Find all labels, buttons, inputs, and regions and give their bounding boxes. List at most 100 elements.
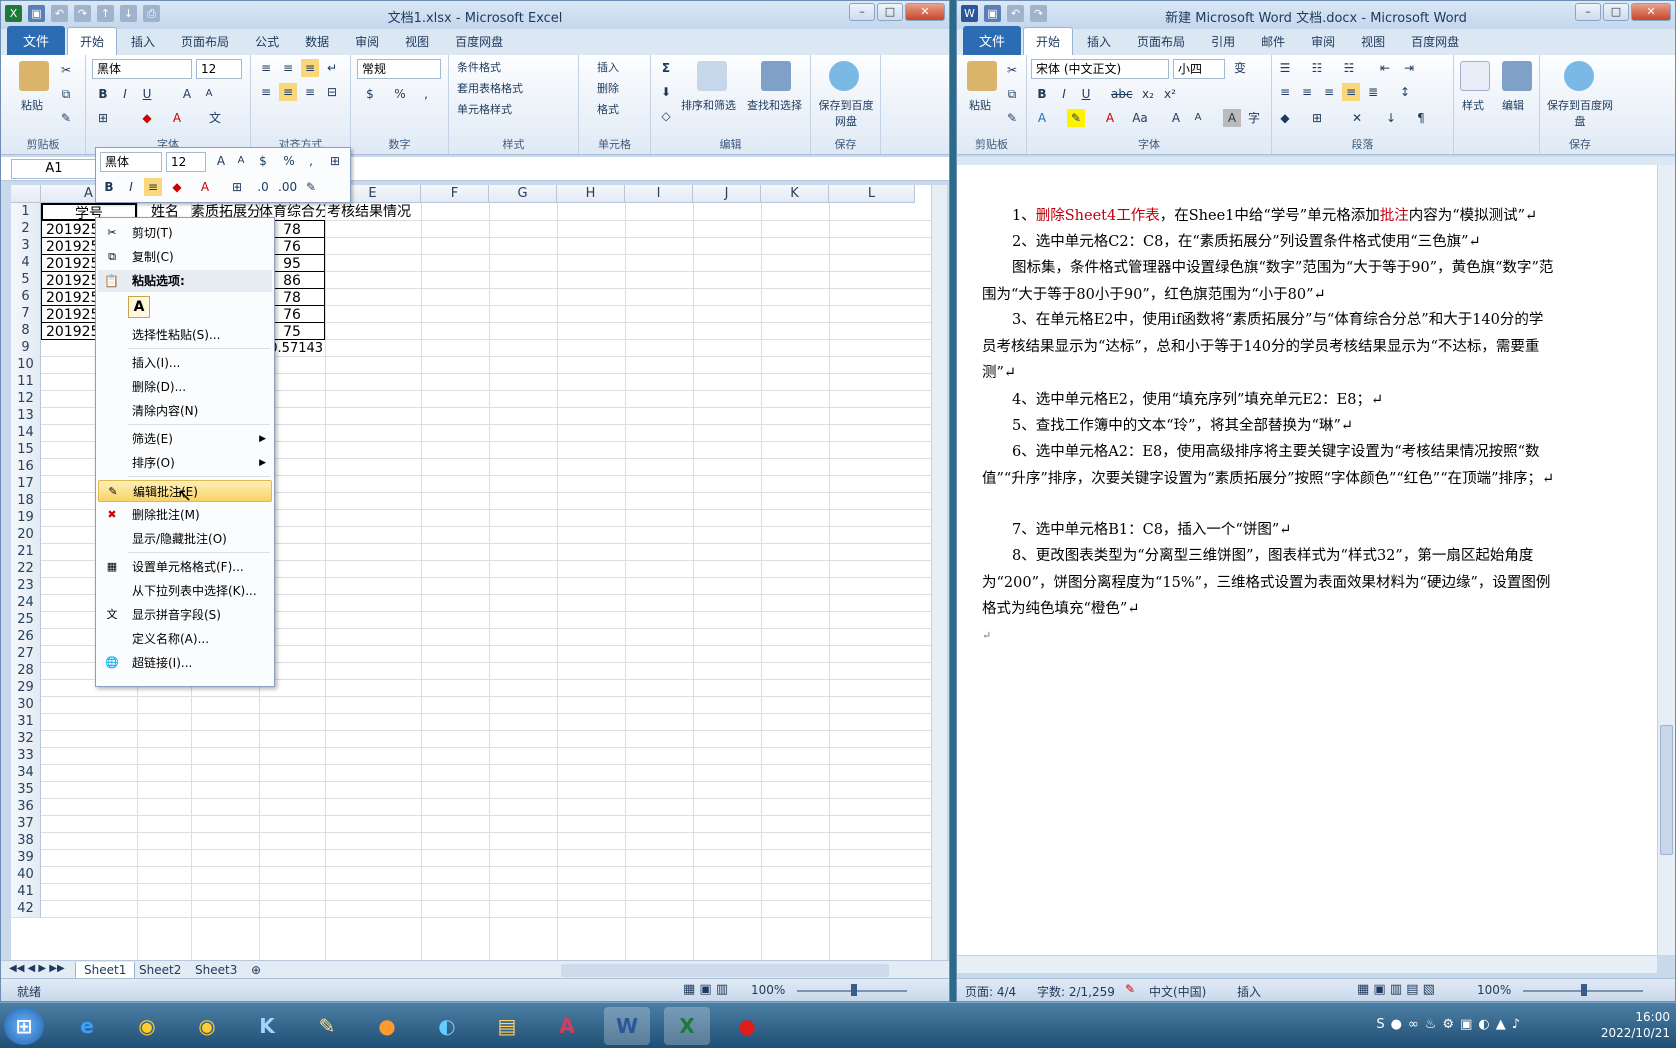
clock[interactable]: 16:00 2022/10/21 [1601, 1009, 1670, 1041]
tab-review[interactable]: 审阅 [343, 28, 391, 55]
explorer-icon[interactable]: ▤ [484, 1007, 530, 1045]
align-center-icon[interactable]: ≡ [1298, 83, 1316, 101]
paste-icon[interactable] [967, 61, 997, 91]
grow-font-icon[interactable]: A [1167, 109, 1185, 127]
superscript-icon[interactable]: x² [1161, 85, 1179, 103]
scroll-thumb[interactable] [1660, 725, 1673, 855]
save-baidu-button[interactable]: 保存到百度网盘 [1546, 97, 1614, 129]
paragraph[interactable]: 1、删除Sheet4工作表，在Shee1中给“学号”单元格添加批注内容为“模拟测… [982, 203, 1557, 230]
new-sheet-icon[interactable]: ⊕ [243, 962, 269, 978]
chrome-icon[interactable]: ◉ [124, 1007, 170, 1045]
edit-button[interactable]: 编辑 [1502, 97, 1524, 113]
align-center-icon[interactable]: ≡ [279, 83, 297, 101]
record-icon[interactable]: ● [724, 1007, 770, 1045]
row-header[interactable]: 15 [11, 441, 41, 459]
paragraph[interactable]: 5、查找工作簿中的文本“玲”，将其全部替换为“琳”↵ [982, 413, 1557, 440]
paragraph[interactable]: 7、选中单元格B1：C8，插入一个“饼图”↵ [982, 517, 1557, 544]
paragraph[interactable]: 8、更改图表类型为“分离型三维饼图”，图表样式为“样式32”，第一扇区起始角度为… [982, 543, 1557, 623]
name-box[interactable]: A1 [11, 159, 97, 179]
row-header[interactable]: 20 [11, 526, 41, 544]
column-header[interactable]: K [761, 185, 829, 203]
row-header[interactable]: 11 [11, 373, 41, 391]
mini-center-icon[interactable]: ≡ [144, 178, 162, 196]
italic-icon[interactable]: I [1055, 85, 1073, 103]
word-taskbar-icon[interactable]: W [604, 1007, 650, 1045]
borders-icon[interactable]: ⊞ [1308, 109, 1326, 127]
row-header[interactable]: 7 [11, 305, 41, 323]
change-case-icon[interactable]: Aa [1131, 109, 1149, 127]
mini-merge-icon[interactable]: ⊞ [326, 152, 344, 170]
autosum-icon[interactable]: Σ [657, 59, 675, 77]
tab-view[interactable]: 视图 [393, 28, 441, 55]
mini-font-combo[interactable]: 黑体 [100, 152, 162, 172]
format-painter-icon[interactable]: ✎ [1003, 109, 1021, 127]
row-header[interactable]: 4 [11, 254, 41, 272]
row-header[interactable]: 24 [11, 594, 41, 612]
sort-filter-button[interactable]: 排序和筛选 [681, 97, 736, 113]
font-size-combo[interactable]: 小四 [1173, 59, 1225, 79]
menu-format-cells[interactable]: ▦ 设置单元格格式(F)... [98, 556, 272, 578]
row-header[interactable]: 38 [11, 832, 41, 850]
ie-icon[interactable]: e [64, 1007, 110, 1045]
find-select-button[interactable]: 查找和选择 [747, 97, 802, 113]
k-app-icon[interactable]: K [244, 1007, 290, 1045]
mini-currency-icon[interactable]: $ [254, 152, 272, 170]
paste-values-option[interactable]: A [98, 294, 272, 320]
mini-size-combo[interactable]: 12 [166, 152, 206, 172]
find-select-icon[interactable] [761, 61, 791, 91]
media-app-icon[interactable]: ● [364, 1007, 410, 1045]
tab-baidu[interactable]: 百度网盘 [1399, 28, 1471, 55]
paste-icon[interactable] [19, 61, 49, 91]
paragraph[interactable]: 图标集，条件格式管理器中设置绿色旗“数字”范围为“大于等于90”，黄色旗“数字”… [982, 255, 1557, 308]
clear-icon[interactable]: ◇ [657, 107, 675, 125]
menu-insert[interactable]: 插入(I)... [98, 352, 272, 374]
align-right-icon[interactable]: ≡ [301, 83, 319, 101]
comma-icon[interactable]: , [417, 85, 435, 103]
row-header[interactable]: 8 [11, 322, 41, 340]
paragraph[interactable]: 2、选中单元格C2：C8，在“素质拓展分”列设置条件格式使用“三色旗”↵ [982, 229, 1557, 256]
row-header[interactable]: 6 [11, 288, 41, 306]
wrap-text-icon[interactable]: ↵ [323, 59, 341, 77]
word-count[interactable]: 字数: 2/1,259 [1037, 983, 1115, 1000]
chinese-layout-icon[interactable]: ✕ [1348, 109, 1366, 127]
italic-icon[interactable]: I [116, 85, 134, 103]
tab-formulas[interactable]: 公式 [243, 28, 291, 55]
show-marks-icon[interactable]: ¶ [1412, 109, 1430, 127]
row-header[interactable]: 37 [11, 815, 41, 833]
styles-button[interactable]: 样式 [1462, 97, 1484, 113]
row-header[interactable]: 14 [11, 424, 41, 442]
paragraph[interactable]: 3、在单元格E2中，使用if函数将“素质拓展分”与“体育综合分总”和大于140分… [982, 307, 1557, 387]
menu-copy[interactable]: ⧉ 复制(C) [98, 246, 272, 268]
menu-hyperlink[interactable]: 🌐 超链接(I)... [98, 652, 272, 674]
align-middle-icon[interactable]: ≡ [279, 59, 297, 77]
tab-references[interactable]: 引用 [1199, 28, 1247, 55]
mini-format-painter-icon[interactable]: ✎ [302, 178, 320, 196]
mini-border-icon[interactable]: ⊞ [228, 178, 246, 196]
tab-file[interactable]: 文件 [7, 26, 66, 55]
multilevel-list-icon[interactable]: ☵ [1340, 59, 1358, 77]
column-header[interactable]: J [693, 185, 761, 203]
column-header[interactable]: I [625, 185, 693, 203]
align-right-icon[interactable]: ≡ [1320, 83, 1338, 101]
column-header[interactable]: H [557, 185, 625, 203]
row-header[interactable]: 3 [11, 237, 41, 255]
notes-app-icon[interactable]: ✎ [304, 1007, 350, 1045]
row-header[interactable]: 12 [11, 390, 41, 408]
zoom-level[interactable]: 100% [751, 983, 785, 997]
copy-icon[interactable]: ⧉ [57, 85, 75, 103]
decrease-indent-icon[interactable]: ⇤ [1376, 59, 1394, 77]
border-icon[interactable]: ⊞ [94, 109, 112, 127]
minimize-button[interactable]: – [1575, 3, 1601, 21]
mini-font-color-icon[interactable]: A [196, 178, 214, 196]
copy-icon[interactable]: ⧉ [1003, 85, 1021, 103]
zoom-level[interactable]: 100% [1477, 983, 1511, 997]
tab-home[interactable]: 开始 [67, 27, 118, 55]
row-header[interactable]: 23 [11, 577, 41, 595]
font-color-icon[interactable]: A [168, 109, 186, 127]
cell-e1[interactable]: 考核结果情况 [327, 203, 427, 221]
menu-clear[interactable]: 清除内容(N) [98, 400, 272, 422]
highlight-icon[interactable]: ✎ [1067, 109, 1085, 127]
line-spacing-icon[interactable]: ↕ [1396, 83, 1414, 101]
row-header[interactable]: 18 [11, 492, 41, 510]
align-left-icon[interactable]: ≡ [257, 83, 275, 101]
